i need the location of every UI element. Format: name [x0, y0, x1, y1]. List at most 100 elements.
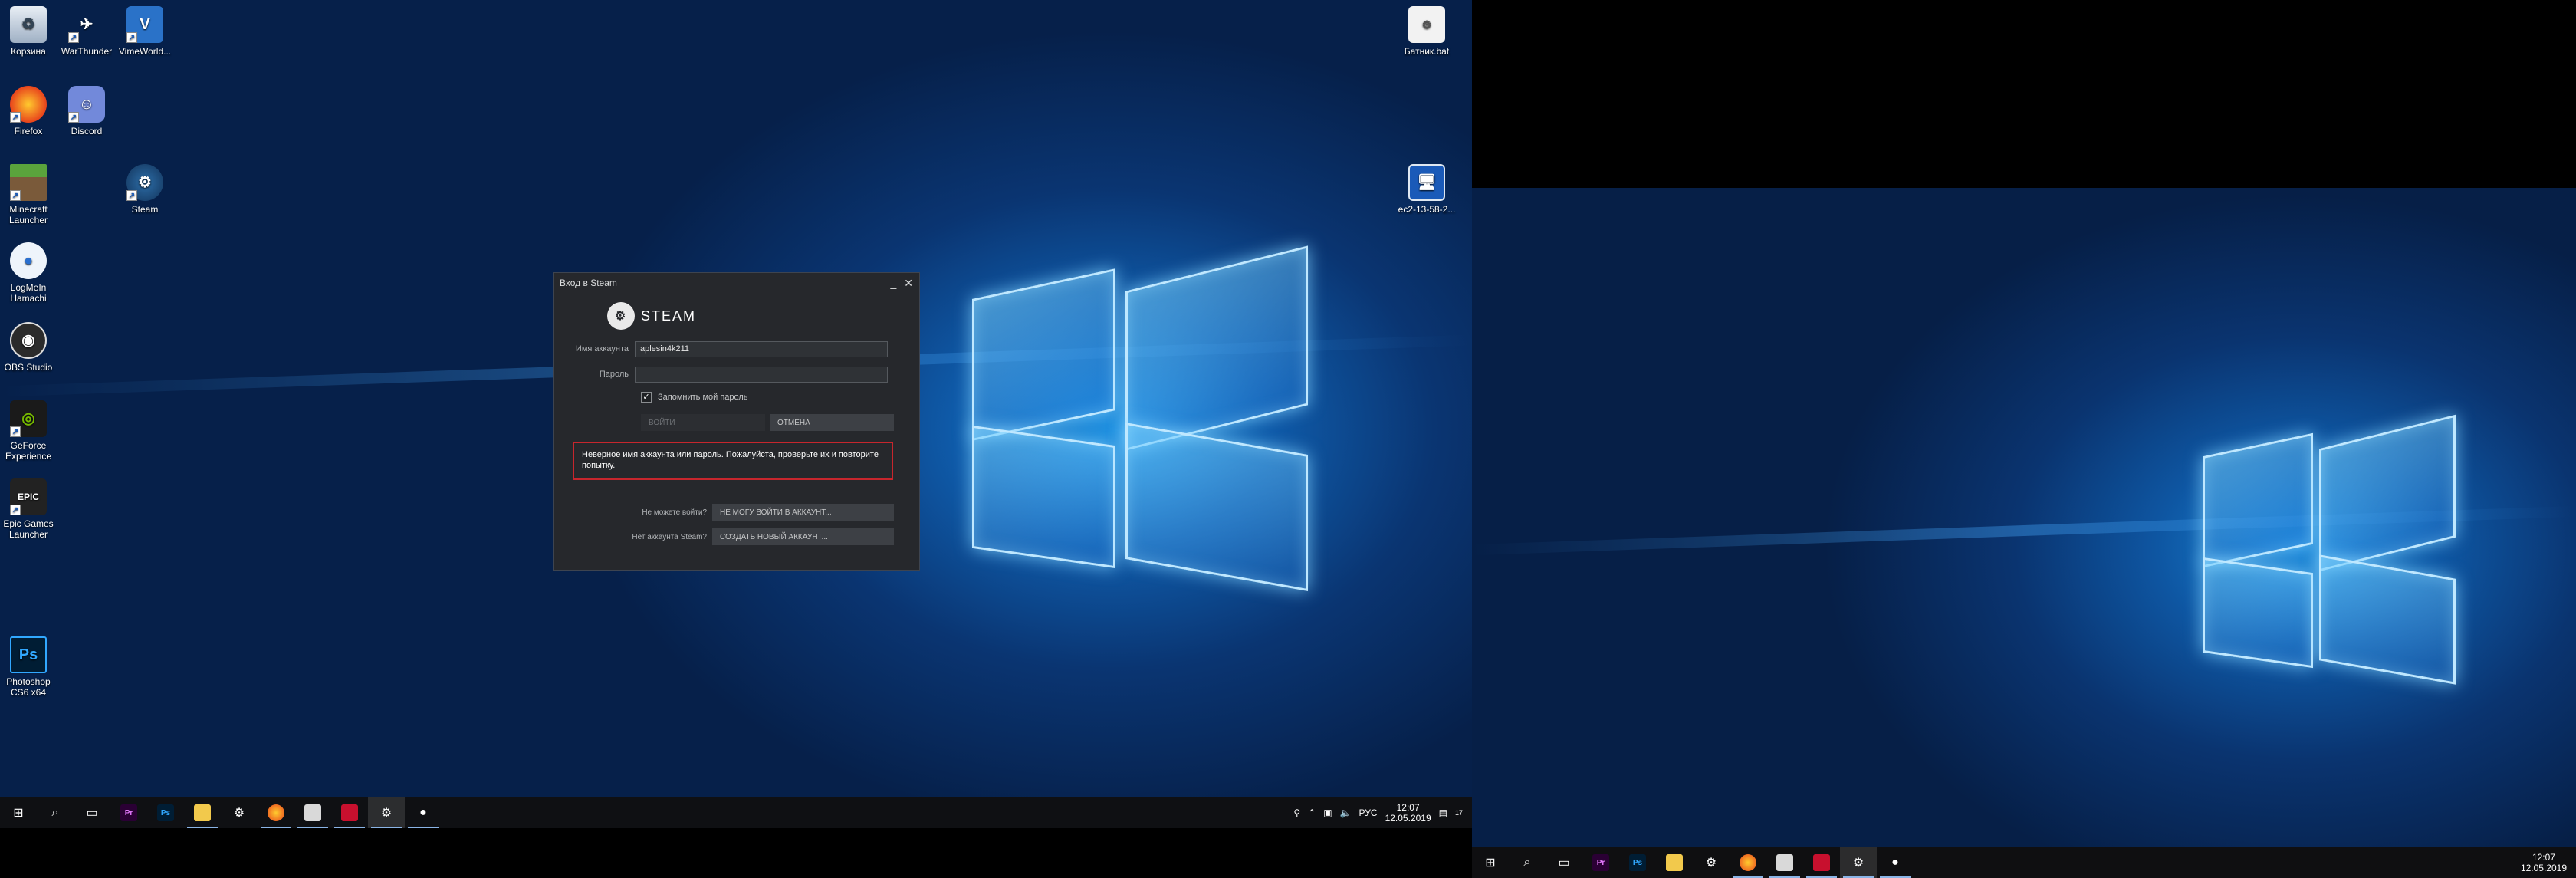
desktop-icon-batch[interactable]: ⚙ Батник.bat — [1397, 6, 1457, 57]
task-view-icon[interactable]: ▭ — [74, 797, 110, 828]
network-icon[interactable]: ▣ — [1323, 807, 1332, 818]
steam-icon[interactable]: ⚙ — [368, 797, 405, 828]
time: 12:07 — [2532, 852, 2555, 863]
remember-password-checkbox[interactable]: ✓ Запомнить мой пароль — [641, 392, 748, 403]
file-explorer-icon[interactable] — [1656, 847, 1693, 878]
date: 12.05.2019 — [2520, 863, 2567, 873]
windows-logo-pane — [2203, 432, 2313, 568]
desktop-icon-label: ec2-13-58-2... — [1398, 204, 1456, 215]
minimize-icon[interactable]: _ — [890, 277, 896, 290]
news-app-icon[interactable] — [331, 797, 368, 828]
windows-logo-pane — [2203, 557, 2313, 669]
desktop-icon-label: Firefox — [14, 126, 43, 136]
app-icon[interactable] — [1766, 847, 1803, 878]
taskbar-primary: ⊞ ⌕ ▭ Pr Ps ⚙ ⚙ ● ⚲ ⌃ ▣ 🔈 РУС 12:07 12.0… — [0, 797, 1472, 828]
desktop-icon-firefox[interactable]: ↗ Firefox — [0, 86, 58, 136]
desktop-icon-discord[interactable]: ☺ ↗ Discord — [57, 86, 117, 136]
desktop-icon-obs[interactable]: ◉ OBS Studio — [0, 322, 58, 373]
desktop-icon-recycle-bin[interactable]: ♻ Корзина — [0, 6, 58, 57]
clock[interactable]: 12:07 12.05.2019 — [1385, 802, 1431, 824]
steam-login-dialog: Вход в Steam _ ✕ ⚙ STEAM Имя аккаунта Па… — [553, 272, 920, 571]
clock[interactable]: 12:07 12.05.2019 — [2521, 852, 2567, 873]
chevron-up-icon[interactable]: ⌃ — [1308, 807, 1316, 818]
create-account-button[interactable]: СОЗДАТЬ НОВЫЙ АККАУНТ... — [712, 528, 894, 545]
password-input[interactable] — [635, 366, 888, 383]
steam-logo: ⚙ STEAM — [607, 302, 696, 330]
account-name-input[interactable] — [635, 340, 888, 357]
windows-logo-pane — [1125, 245, 1308, 451]
recycle-bin-icon: ♻ — [10, 6, 47, 43]
discord-icon: ☺ ↗ — [68, 86, 105, 123]
cant-login-question: Не можете войти? — [642, 508, 707, 517]
steam-logo-icon: ⚙ — [607, 302, 635, 330]
warthunder-icon: ✈ ↗ — [68, 6, 105, 43]
desktop-icon-label: OBS Studio — [4, 362, 53, 373]
photoshop-icon[interactable]: Ps — [1619, 847, 1656, 878]
notification-icon[interactable]: ▤ — [1439, 807, 1447, 818]
desktop-icon-label: Discord — [71, 126, 103, 136]
premiere-icon[interactable]: Pr — [1582, 847, 1619, 878]
desktop-icon-label: Photoshop CS6 x64 — [6, 676, 51, 698]
obs-icon: ◉ — [10, 322, 47, 359]
photoshop-icon[interactable]: Ps — [147, 797, 184, 828]
cant-login-button[interactable]: НЕ МОГУ ВОЙТИ В АККАУНТ... — [712, 504, 894, 521]
volume-icon[interactable]: 🔈 — [1340, 807, 1352, 818]
windows-logo-pane — [1125, 423, 1308, 591]
geforce-icon: ◎ ↗ — [10, 400, 47, 437]
premiere-icon[interactable]: Pr — [110, 797, 147, 828]
windows-logo-pane — [972, 425, 1116, 569]
hamachi-icon: ● — [10, 242, 47, 279]
desktop-icon-label: VimeWorld... — [118, 46, 172, 57]
desktop-icon-label: GeForce Experience — [5, 440, 52, 462]
file-explorer-icon[interactable] — [184, 797, 221, 828]
dialog-title-bar[interactable]: Вход в Steam _ ✕ — [554, 273, 919, 293]
desktop-icon-geforce[interactable]: ◎ ↗ GeForce Experience — [0, 400, 58, 462]
remote-desktop-icon: 🖥 — [1408, 164, 1445, 201]
task-view-icon[interactable]: ▭ — [1546, 847, 1582, 878]
checkmark-icon[interactable]: ✓ — [641, 392, 652, 403]
no-account-question: Нет аккаунта Steam? — [632, 533, 707, 541]
batch-file-icon: ⚙ — [1408, 6, 1445, 43]
search-icon[interactable]: ⌕ — [1509, 847, 1546, 878]
firefox-icon[interactable] — [258, 797, 294, 828]
password-label: Пароль — [599, 370, 629, 379]
settings-icon[interactable]: ⚙ — [1693, 847, 1730, 878]
hamachi-icon[interactable]: ● — [405, 797, 442, 828]
language-indicator[interactable]: РУС — [1359, 807, 1378, 818]
password-row: Пароль — [554, 366, 921, 383]
desktop-icon-vimeworld[interactable]: V ↗ VimeWorld... — [115, 6, 175, 57]
desktop-icon-warthunder[interactable]: ✈ ↗ WarThunder — [57, 6, 117, 57]
desktop-icon-photoshop[interactable]: Ps Photoshop CS6 x64 — [0, 636, 58, 698]
desktop-icon-minecraft[interactable]: ↗ Minecraft Launcher — [0, 164, 58, 225]
epic-icon: EPIC ↗ — [10, 478, 47, 515]
desktop-icon-label: Корзина — [11, 46, 46, 57]
settings-icon[interactable]: ⚙ — [221, 797, 258, 828]
steam-icon[interactable]: ⚙ — [1840, 847, 1877, 878]
start-icon[interactable]: ⊞ — [0, 797, 37, 828]
app-icon[interactable] — [294, 797, 331, 828]
desktop-icon-remote-desktop[interactable]: 🖥 ec2-13-58-2... — [1397, 164, 1457, 215]
close-icon[interactable]: ✕ — [904, 277, 913, 290]
firefox-icon[interactable] — [1730, 847, 1766, 878]
search-icon[interactable]: ⌕ — [37, 797, 74, 828]
start-icon[interactable]: ⊞ — [1472, 847, 1509, 878]
vimeworld-icon: V ↗ — [127, 6, 163, 43]
people-icon[interactable]: ⚲ — [1293, 807, 1300, 818]
desktop-icon-steam[interactable]: ⚙ ↗ Steam — [115, 164, 175, 215]
cancel-button[interactable]: ОТМЕНА — [770, 414, 894, 431]
news-app-icon[interactable] — [1803, 847, 1840, 878]
notification-badge: 17 — [1454, 809, 1463, 817]
remember-label: Запомнить мой пароль — [658, 393, 748, 402]
desktop-icon-epic[interactable]: EPIC ↗ Epic Games Launcher — [0, 478, 58, 540]
desktop-icon-label: Steam — [131, 204, 159, 215]
login-button[interactable]: ВОЙТИ — [641, 414, 765, 431]
photoshop-icon: Ps — [10, 636, 47, 673]
firefox-icon: ↗ — [10, 86, 47, 123]
date: 12.05.2019 — [1385, 813, 1431, 824]
account-row: Имя аккаунта — [554, 340, 921, 357]
wallpaper — [1472, 188, 2576, 847]
hamachi-icon[interactable]: ● — [1877, 847, 1914, 878]
desktop-icon-hamachi[interactable]: ● LogMeIn Hamachi — [0, 242, 58, 304]
desktop-icon-label: Батник.bat — [1404, 46, 1450, 57]
taskbar-secondary: ⊞ ⌕ ▭ Pr Ps ⚙ ⚙ ● 12:07 12.05.2019 — [1472, 847, 2576, 878]
